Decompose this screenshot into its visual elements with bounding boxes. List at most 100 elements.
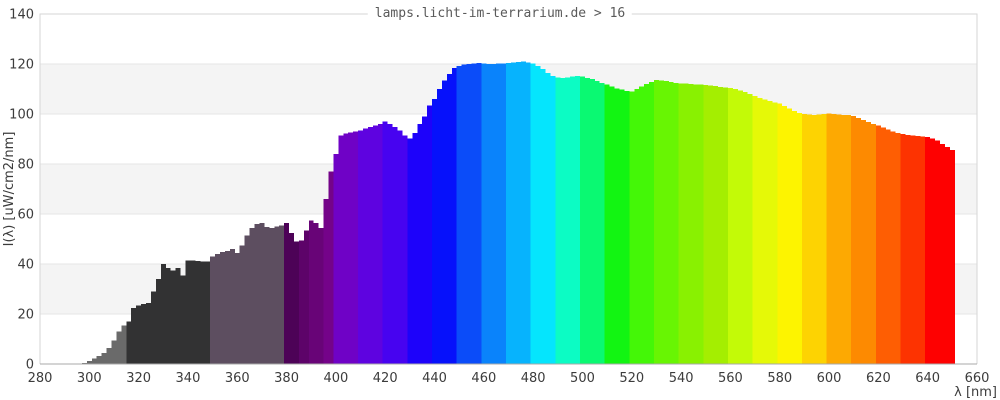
- spectrum-bar: [673, 82, 679, 364]
- y-tick-label: 120: [9, 58, 34, 73]
- spectrum-bar: [658, 80, 664, 364]
- x-tick-label: 420: [373, 371, 398, 386]
- spectrum-bar: [639, 86, 645, 364]
- spectrum-bar: [545, 72, 551, 364]
- spectrum-bar: [446, 74, 452, 364]
- spectrum-bar: [841, 114, 847, 364]
- x-tick-label: 540: [669, 371, 694, 386]
- spectrum-bar: [772, 102, 778, 364]
- spectrum-bar: [333, 154, 339, 364]
- spectrum-bar: [363, 128, 368, 364]
- spectrum-bar: [629, 91, 635, 364]
- spectrum-bar: [940, 144, 945, 364]
- spectrum-bar: [796, 112, 802, 364]
- spectrum-bar: [614, 88, 620, 364]
- x-tick-label: 600: [817, 371, 842, 386]
- spectrum-bar: [801, 113, 807, 364]
- spectrum-bar: [540, 69, 546, 364]
- spectrum-bar: [742, 92, 748, 364]
- x-tick-label: 400: [323, 371, 348, 386]
- spectrum-bar: [441, 80, 447, 364]
- spectrum-bar: [289, 232, 294, 364]
- spectrum-bar: [905, 134, 911, 364]
- spectrum-bar: [343, 133, 349, 364]
- spectrum-bar: [683, 83, 689, 364]
- spectrum-bar: [777, 103, 783, 364]
- x-tick-label: 280: [28, 371, 53, 386]
- spectrum-bar: [767, 101, 773, 364]
- x-axis-label: λ [nm]: [954, 385, 997, 400]
- spectrum-bar: [180, 275, 186, 364]
- spectrum-bar: [594, 80, 600, 364]
- spectrum-bar: [663, 81, 669, 364]
- spectrum-bar: [338, 135, 344, 364]
- spectrum-bar: [190, 260, 196, 364]
- spectrum-bar: [229, 249, 235, 364]
- spectrum-bar: [604, 84, 610, 364]
- spectrum-bar: [925, 137, 931, 364]
- x-tick-label: 660: [965, 371, 990, 386]
- spectrum-bar: [634, 89, 640, 364]
- spectrum-bar: [851, 115, 857, 364]
- spectrum-bar: [195, 260, 201, 364]
- x-tick-label: 460: [471, 371, 496, 386]
- spectrum-bar: [506, 62, 511, 364]
- spectrum-bar: [210, 256, 216, 364]
- spectrum-bar: [491, 64, 497, 364]
- spectrum-bar: [461, 64, 467, 364]
- spectrum-bar: [200, 261, 206, 364]
- spectrum-bar: [723, 87, 728, 364]
- spectrum-bar: [752, 96, 758, 364]
- spectrum-bar: [555, 77, 561, 364]
- x-tick-label: 320: [126, 371, 151, 386]
- spectrum-bar: [762, 99, 768, 364]
- spectrum-bar: [254, 224, 260, 364]
- spectrum-bar: [589, 79, 595, 364]
- spectrum-bar: [481, 63, 487, 364]
- spectrum-bar: [510, 62, 516, 364]
- spectrum-bar: [101, 352, 107, 364]
- x-tick-label: 500: [570, 371, 595, 386]
- spectrum-bar: [560, 77, 566, 364]
- spectrum-bar: [821, 114, 827, 364]
- y-tick-label: 140: [9, 8, 34, 23]
- spectrum-bar: [580, 76, 585, 364]
- spectrum-bar: [126, 321, 132, 364]
- spectrum-bar: [678, 83, 684, 364]
- spectrum-bar: [367, 127, 373, 364]
- spectrum-bar: [935, 140, 941, 364]
- spectrum-bar: [861, 120, 867, 364]
- spectrum-bar: [422, 116, 428, 364]
- spectrum-bar: [96, 356, 102, 364]
- spectrum-bar: [476, 62, 482, 364]
- spectrum-bar: [372, 125, 378, 364]
- spectrum-bar: [880, 127, 886, 364]
- spectrum-bar: [471, 63, 477, 364]
- spectrum-bar: [136, 305, 142, 364]
- y-tick-label: 40: [17, 258, 34, 273]
- x-tick-label: 440: [422, 371, 447, 386]
- spectrum-bar: [609, 86, 615, 364]
- spectrum-bar: [846, 115, 852, 364]
- spectrum-bar: [239, 245, 245, 364]
- spectrum-bar: [121, 325, 127, 364]
- spectrum-bar: [279, 225, 285, 364]
- spectrum-bar: [205, 261, 211, 364]
- spectrum-bar: [303, 230, 309, 364]
- spectrum-bar: [920, 136, 926, 364]
- spectrum-bar: [353, 131, 359, 364]
- spectrum-bar: [930, 138, 936, 364]
- spectrum-bar: [116, 331, 122, 364]
- spectrum-bar: [318, 227, 324, 364]
- spectrum-bar: [451, 67, 457, 364]
- spectrum-bar: [436, 89, 442, 364]
- spectrum-bar: [792, 111, 797, 364]
- spectrum-bar: [575, 76, 581, 364]
- spectrum-bar: [358, 130, 364, 364]
- spectrum-bar: [866, 122, 871, 364]
- y-axis-label: I(λ) [uW/cm2/nm]: [2, 132, 17, 247]
- spectrum-chart: 280 300 320 340 360 380 400 420 440 460 480 500 520 5…: [2, 8, 997, 400]
- spectrum-bar: [885, 129, 891, 364]
- spectrum-bar: [900, 134, 906, 364]
- spectrum-bar: [466, 64, 472, 364]
